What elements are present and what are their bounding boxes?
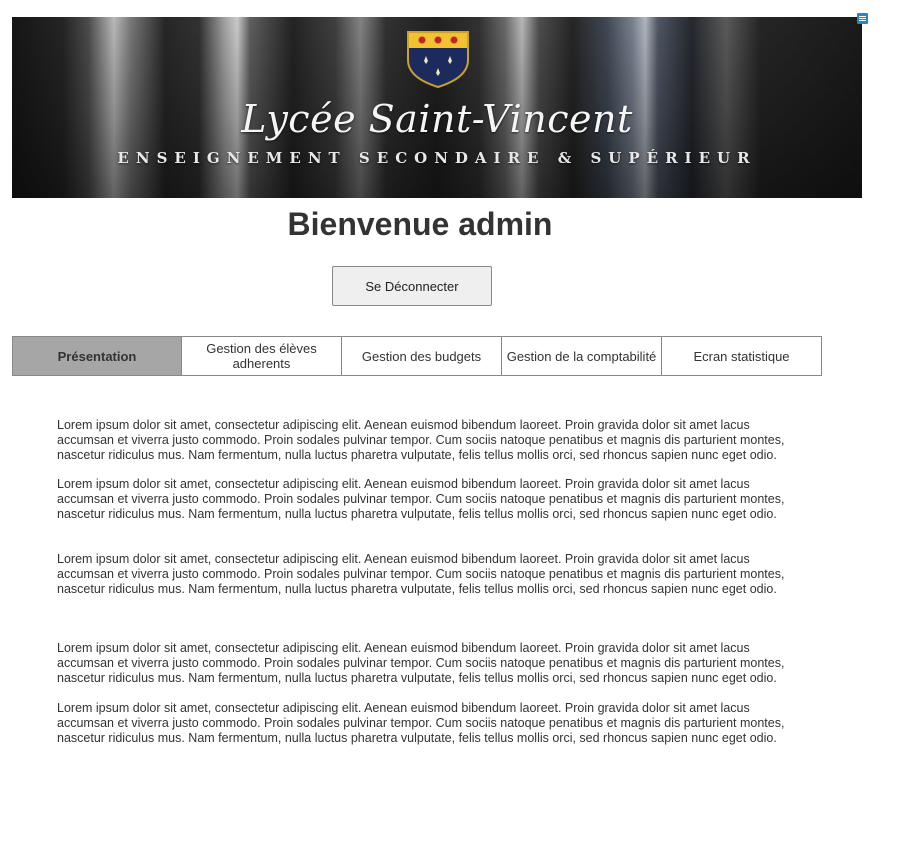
presentation-content: Lorem ipsum dolor sit amet, consectetur … bbox=[57, 418, 807, 746]
logout-button[interactable]: Se Déconnecter bbox=[332, 266, 492, 306]
note-icon[interactable] bbox=[857, 13, 868, 24]
tab-gestion-comptabilite[interactable]: Gestion de la comptabilité bbox=[501, 336, 662, 376]
school-subtitle: ENSEIGNEMENT SECONDAIRE & SUPÉRIEUR bbox=[117, 149, 757, 167]
page-title: Bienvenue admin bbox=[287, 206, 553, 242]
paragraph: Lorem ipsum dolor sit amet, consectetur … bbox=[57, 552, 785, 596]
paragraph: Lorem ipsum dolor sit amet, consectetur … bbox=[57, 701, 785, 745]
paragraph: Lorem ipsum dolor sit amet, consectetur … bbox=[57, 477, 785, 521]
tab-bar: Présentation Gestion des élèves adherent… bbox=[12, 336, 822, 376]
tab-gestion-budgets[interactable]: Gestion des budgets bbox=[341, 336, 502, 376]
tab-gestion-eleves[interactable]: Gestion des élèves adherents bbox=[181, 336, 342, 376]
paragraph: Lorem ipsum dolor sit amet, consectetur … bbox=[57, 641, 785, 685]
tab-ecran-statistique[interactable]: Ecran statistique bbox=[661, 336, 822, 376]
school-title: Lycée Saint-Vincent bbox=[241, 97, 633, 141]
crest-icon bbox=[407, 31, 469, 88]
tab-presentation[interactable]: Présentation bbox=[12, 336, 182, 376]
paragraph: Lorem ipsum dolor sit amet, consectetur … bbox=[57, 418, 785, 462]
header-banner: Lycée Saint-Vincent ENSEIGNEMENT SECONDA… bbox=[12, 17, 862, 198]
